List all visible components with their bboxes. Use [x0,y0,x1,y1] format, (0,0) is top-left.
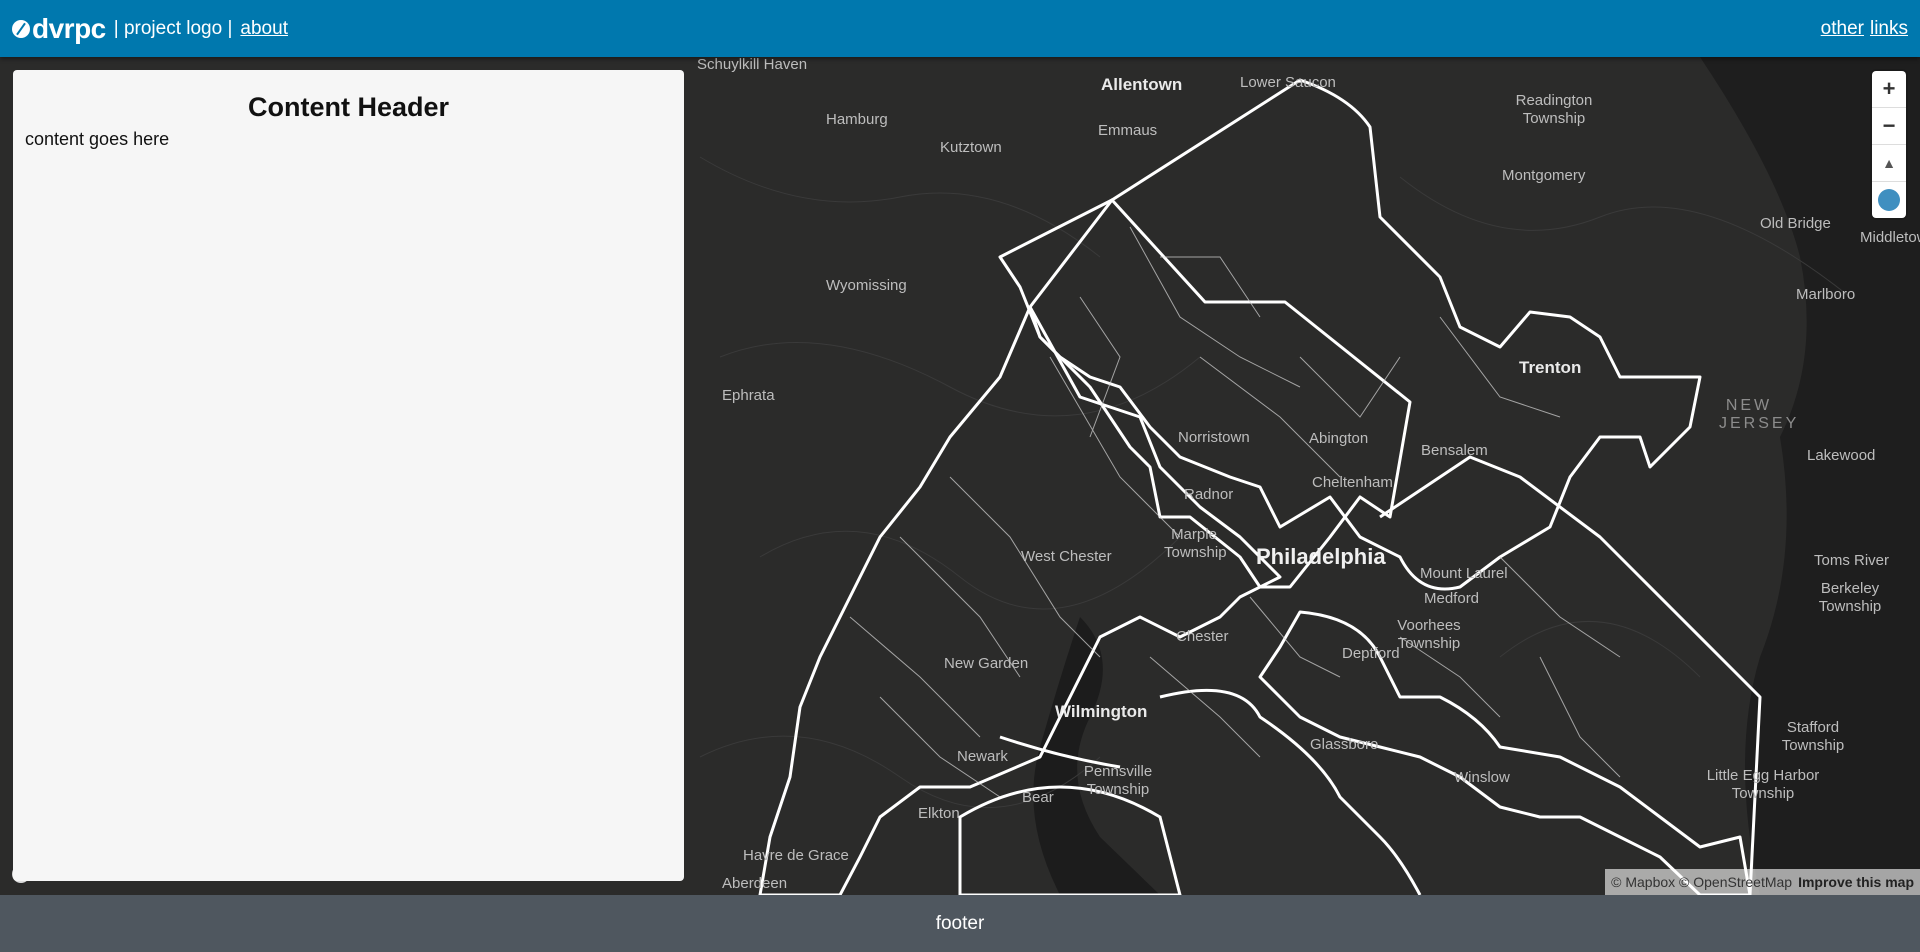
map-label: Hamburg [826,111,888,128]
map-label: Havre de Grace [743,847,849,864]
map-label: Elkton [918,805,960,822]
attribution-text[interactable]: © Mapbox © OpenStreetMap [1611,874,1792,890]
map-label: Old Bridge [1760,215,1831,232]
map-label: Aberdeen [722,875,788,892]
map-label: Marlboro [1796,286,1856,303]
map-label: Wyomissing [826,277,907,294]
map-label: Medford [1424,590,1480,607]
map-label: Berkeley Township [1818,580,1882,615]
map-label: Kutztown [940,139,1002,156]
map-label: Winslow [1454,769,1510,786]
map-attribution: © Mapbox © OpenStreetMap Improve this ma… [1605,869,1920,895]
project-logo: | project logo | [113,17,233,39]
map-label: Chester [1176,628,1229,645]
compass-button[interactable]: ▲ [1872,145,1906,182]
content-header: Content Header [247,92,450,122]
dvrpc-map-icon [1878,189,1900,211]
map-label: New Garden [944,655,1029,672]
map-label: Lower Saucon [1240,74,1336,91]
map-label: Montgomery [1502,167,1586,184]
map-label: Radnor [1184,486,1234,503]
map-label: Stafford Township [1781,719,1845,754]
improve-map-link[interactable]: Improve this map [1798,874,1914,890]
links-link[interactable]: links [1870,18,1908,40]
map-label: Deptford [1342,645,1400,662]
about-link[interactable]: about [240,18,288,40]
dvrpc-map-button[interactable] [1872,182,1906,218]
map-label: Allentown [1101,75,1183,94]
map-label: Pennsville Township [1083,763,1153,798]
map-label: Toms River [1814,552,1890,569]
map-label: Readington Township [1515,92,1593,127]
zoom-in-button[interactable]: + [1872,71,1906,108]
footer: footer [0,895,1920,952]
map-label: Voorhees Township [1397,617,1461,652]
map-label: Norristown [1178,429,1250,446]
other-link[interactable]: other [1821,18,1864,40]
app-header: dvrpc | project logo | about other links [0,0,1920,57]
map-label: Bensalem [1421,442,1488,459]
map-controls: + − ▲ [1872,71,1906,218]
dvrpc-logo[interactable]: dvrpc [12,13,106,45]
map-label: Newark [957,748,1008,765]
map-label: Ephrata [722,387,775,404]
zoom-out-button[interactable]: − [1872,108,1906,145]
map-label: West Chester [1021,548,1112,565]
map-label: Mount Laurel [1420,565,1508,582]
footer-text: footer [935,912,985,934]
map-label: Abington [1309,430,1369,447]
map-label: Marple Township [1164,526,1227,561]
map-label: Emmaus [1098,122,1158,139]
map-label: Cheltenham [1312,474,1393,491]
map-label: Bear [1022,789,1054,806]
map-label: Middletown [1860,229,1920,246]
map-label: Philadelphia [1256,544,1386,569]
dvrpc-logo-icon [12,19,30,38]
content-body: content goes here [25,129,170,149]
map-label: Little Egg Harbor Township [1706,767,1820,802]
logo-text: dvrpc [32,12,106,44]
map-label: Trenton [1519,358,1582,377]
content-panel: Content Header content goes here [13,70,684,881]
map-label: Schuylkill Haven [697,57,808,73]
map-label: Glassboro [1310,736,1379,753]
map-label: NEW JERSEY [1719,397,1800,432]
compass-icon: ▲ [1882,155,1896,171]
map-label: Wilmington [1055,702,1148,721]
map-label: Lakewood [1807,447,1876,464]
